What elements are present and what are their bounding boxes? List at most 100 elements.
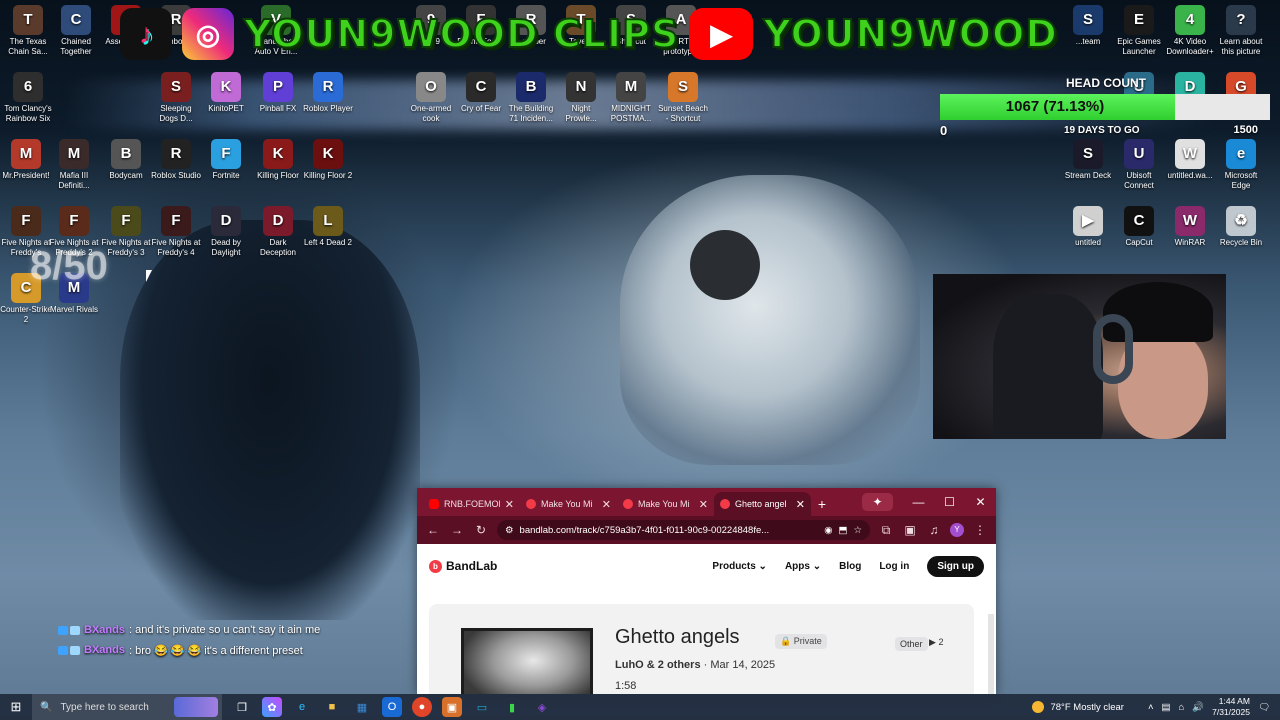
desktop-icon[interactable]: M Mr.President! (0, 139, 52, 181)
close-icon[interactable]: ✕ (602, 498, 611, 511)
tray-app-icon[interactable]: ▤ (1162, 702, 1171, 713)
app-icon: 6 (13, 72, 43, 102)
back-icon[interactable]: ← (425, 523, 441, 537)
menu-icon[interactable]: ⋮ (972, 523, 988, 537)
desktop-icon[interactable]: B Bodycam (100, 139, 152, 181)
close-icon[interactable]: ✕ (505, 498, 514, 511)
desktop-icon[interactable]: O One-armed cook (405, 72, 457, 124)
desktop-icon[interactable]: P Pinball FX (252, 72, 304, 114)
desktop-icon[interactable]: K Killing Floor (252, 139, 304, 181)
tab-ghetto-angels[interactable]: Ghetto angel ✕ (714, 492, 811, 516)
nav-blog[interactable]: Blog (839, 561, 861, 572)
desktop-icon[interactable]: M Mafia III Definiti... (48, 139, 100, 191)
app-icon[interactable]: ▮ (502, 697, 522, 717)
task-view-icon[interactable]: ❐ (232, 697, 252, 717)
head-count-max: 1500 (1233, 124, 1258, 136)
desktop-icon[interactable]: T The Texas Chain Sa... (2, 5, 54, 57)
desktop-icon[interactable]: ▶ untitled (1062, 206, 1114, 248)
gemini-icon[interactable]: ✦ (862, 493, 893, 511)
page-scrollbar[interactable] (988, 614, 994, 694)
maximize-icon[interactable]: ☐ (934, 495, 965, 509)
desktop-icon[interactable]: Wuntitled.wa... (1164, 139, 1216, 181)
track-others[interactable]: & 2 others (644, 659, 701, 671)
install-icon[interactable]: ⬒ (838, 525, 847, 536)
close-icon[interactable]: ✕ (796, 498, 805, 511)
sidepanel-icon[interactable]: ▣ (902, 523, 918, 537)
app-icon[interactable]: ▭ (472, 697, 492, 717)
volume-icon[interactable]: 🔊 (1192, 702, 1204, 713)
bandlab-logo[interactable]: b BandLab (429, 559, 497, 573)
nav-apps-label: Apps (784, 560, 810, 572)
close-window-icon[interactable]: ✕ (965, 495, 996, 509)
desktop-icon[interactable]: S Sunset Beach - Shortcut (657, 72, 709, 124)
store-icon[interactable]: ▦ (352, 697, 372, 717)
desktop-icon[interactable]: N Night Prowle... (555, 72, 607, 124)
desktop-icon[interactable]: L Left 4 Dead 2 (302, 206, 354, 248)
login-link[interactable]: Log in (879, 561, 909, 572)
outlook-icon[interactable]: O (382, 697, 402, 717)
view-icon[interactable]: ◉ (824, 525, 832, 536)
desktop-icon[interactable]: R Roblox Studio (150, 139, 202, 181)
address-bar[interactable]: ⚙ bandlab.com/track/c759a3b7-4f01-f011-9… (497, 520, 870, 540)
chevron-up-icon[interactable]: ˄ (1148, 702, 1154, 713)
track-cover-image[interactable] (461, 628, 593, 694)
desktop-icon[interactable]: E Epic Games Launcher (1113, 5, 1165, 57)
tab-bandlab-2[interactable]: Make You Mi ✕ (617, 492, 714, 516)
desktop-icon[interactable]: S Stream Deck (1062, 139, 1114, 181)
desktop-icon[interactable]: C Chained Together (50, 5, 102, 57)
clock[interactable]: 1:44 AM 7/31/2025 (1212, 696, 1250, 718)
desktop-icon[interactable]: B The Building 71 Inciden... (505, 72, 557, 124)
file-explorer-icon[interactable]: ■ (322, 697, 342, 717)
play-icon: ▶ (929, 637, 936, 647)
desktop-icon[interactable]: C CapCut (1113, 206, 1165, 248)
taskbar-search[interactable]: 🔍 Type here to search (32, 694, 222, 720)
network-icon[interactable]: ⌂ (1179, 702, 1185, 713)
desktop-icon[interactable]: K Killing Floor 2 (302, 139, 354, 181)
app-icon: B (516, 72, 546, 102)
chrome-icon[interactable]: ● (412, 697, 432, 717)
desktop-icon[interactable]: e Microsoft Edge (1215, 139, 1267, 191)
windows-start-icon[interactable]: ⊞ (0, 699, 32, 715)
nav-apps[interactable]: Apps ⌄ (785, 561, 821, 572)
bookmark-icon[interactable]: ☆ (853, 525, 862, 536)
close-icon[interactable]: ✕ (699, 498, 708, 511)
weather-widget[interactable]: 78°F Mostly clear (1032, 701, 1124, 713)
desktop-icon[interactable]: 6 Tom Clancy's Rainbow Six (2, 72, 54, 124)
app-icon[interactable]: ▣ (442, 697, 462, 717)
tab-bandlab-1[interactable]: Make You Mi ✕ (520, 492, 617, 516)
extensions-icon[interactable]: ⧉ (878, 523, 894, 538)
chat-badge-icon (70, 625, 80, 635)
desktop-icon[interactable]: ? Learn about this picture (1215, 5, 1267, 57)
tab-youtube[interactable]: RNB.FOEMOB ✕ (423, 492, 520, 516)
media-icon[interactable]: ♫ (926, 523, 942, 537)
desktop-icon[interactable]: ♻ Recycle Bin (1215, 206, 1267, 248)
new-tab-button[interactable]: + (811, 492, 833, 516)
copilot-icon[interactable]: ✿ (262, 697, 282, 717)
reload-icon[interactable]: ↻ (473, 523, 489, 537)
desktop-icon[interactable]: S Sleeping Dogs D... (150, 72, 202, 124)
desktop-icon[interactable]: R Roblox Player (302, 72, 354, 114)
forward-icon[interactable]: → (449, 523, 465, 537)
desktop-icon[interactable]: D Dead by Daylight (200, 206, 252, 258)
app-icon: C (1124, 206, 1154, 236)
app-icon: S (1073, 139, 1103, 169)
desktop-icon[interactable]: K KinitoPET (200, 72, 252, 114)
desktop-icon[interactable]: D Dark Deception (252, 206, 304, 258)
minimize-icon[interactable]: — (903, 495, 934, 509)
app-icon[interactable]: ◈ (532, 697, 552, 717)
profile-avatar[interactable]: Y (950, 523, 964, 537)
notification-icon[interactable]: 🗨 (1258, 702, 1270, 713)
site-info-icon[interactable]: ⚙ (505, 525, 514, 536)
signup-button[interactable]: Sign up (927, 555, 984, 577)
desktop-icon[interactable]: F Five Nights at Freddy's 4 (150, 206, 202, 258)
track-artist[interactable]: LuhO (615, 659, 644, 671)
desktop-icon[interactable]: F Fortnite (200, 139, 252, 181)
edge-icon[interactable]: e (292, 697, 312, 717)
desktop-icon[interactable]: C Cry of Fear (455, 72, 507, 114)
desktop-icon[interactable]: W WinRAR (1164, 206, 1216, 248)
desktop-icon[interactable]: 4 4K Video Downloader+ (1164, 5, 1216, 57)
desktop-icon[interactable]: U Ubisoft Connect (1113, 139, 1165, 191)
nav-products[interactable]: Products ⌄ (712, 561, 767, 572)
desktop-icon[interactable]: M MIDNIGHT POSTMA... (605, 72, 657, 124)
desktop-icon-label: WinRAR (1174, 238, 1206, 247)
